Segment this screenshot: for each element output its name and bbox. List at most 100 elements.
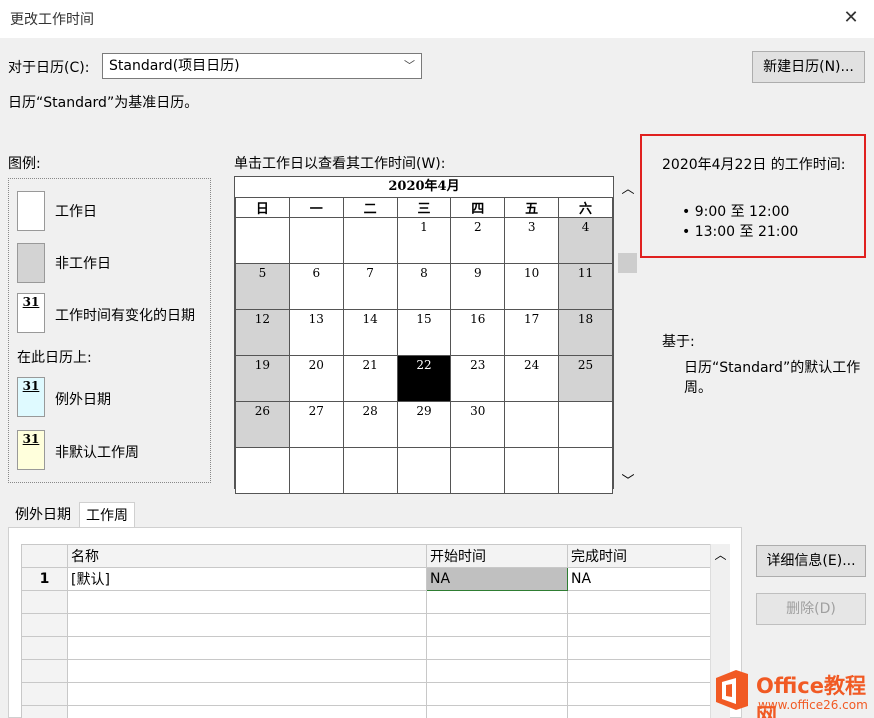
table-cell[interactable] bbox=[567, 682, 711, 706]
calendar-day[interactable]: 30 bbox=[450, 401, 506, 448]
calendar-day[interactable]: 23 bbox=[450, 355, 506, 402]
table-row[interactable] bbox=[21, 705, 711, 718]
calendar-day[interactable]: 19 bbox=[235, 355, 290, 402]
office26-watermark: Office教程网 www.office26.com bbox=[706, 662, 874, 718]
calendar-empty-cell bbox=[504, 447, 560, 494]
legend-heading: 图例: bbox=[8, 156, 41, 172]
calendar-day[interactable]: 20 bbox=[288, 355, 344, 402]
table-cell[interactable] bbox=[567, 636, 711, 660]
table-cell[interactable] bbox=[567, 705, 711, 718]
column-header-name[interactable]: 名称 bbox=[67, 544, 427, 568]
calendar-day[interactable]: 13 bbox=[288, 309, 344, 356]
column-header-start[interactable]: 开始时间 bbox=[426, 544, 568, 568]
legend-working-day: 工作日 bbox=[55, 204, 97, 220]
calendar-day[interactable]: 7 bbox=[342, 263, 398, 310]
calendar-day[interactable]: 24 bbox=[504, 355, 560, 402]
cell-name[interactable]: [默认] bbox=[67, 567, 427, 591]
table-cell[interactable] bbox=[67, 590, 427, 614]
row-number[interactable] bbox=[21, 613, 68, 637]
calendar-day[interactable]: 12 bbox=[235, 309, 290, 356]
calendar-day[interactable]: 22 bbox=[396, 355, 452, 402]
calendar-day[interactable]: 15 bbox=[396, 309, 452, 356]
scroll-up-icon[interactable]: ︿ bbox=[618, 178, 638, 198]
table-cell[interactable] bbox=[426, 590, 568, 614]
table-cell[interactable] bbox=[67, 636, 427, 660]
row-number[interactable] bbox=[21, 705, 68, 718]
calendar-day[interactable]: 8 bbox=[396, 263, 452, 310]
cell-start[interactable]: NA bbox=[426, 567, 568, 591]
based-on-heading: 基于: bbox=[662, 334, 695, 350]
table-cell[interactable] bbox=[567, 613, 711, 637]
calendar-day[interactable]: 1 bbox=[396, 217, 452, 264]
table-cell[interactable] bbox=[567, 590, 711, 614]
table-cell[interactable] bbox=[67, 659, 427, 683]
nonworking-day-swatch bbox=[17, 243, 45, 283]
office-logo-icon bbox=[716, 670, 748, 710]
table-row[interactable]: 1 [默认] NA NA bbox=[21, 567, 711, 591]
tab-work-weeks[interactable]: 工作周 bbox=[79, 502, 135, 529]
calendar-day[interactable]: 26 bbox=[235, 401, 290, 448]
month-calendar: 2020年4月 日一二三四五六 1 2 3 4 5 6 7 8 9 10 11 12 13 14 15 16 1… bbox=[234, 176, 614, 494]
calendar-day[interactable]: 21 bbox=[342, 355, 398, 402]
calendar-select[interactable]: Standard(项目日历) ﹀ bbox=[102, 53, 422, 79]
calendar-day[interactable]: 3 bbox=[504, 217, 560, 264]
calendar-day[interactable]: 29 bbox=[396, 401, 452, 448]
calendar-day[interactable]: 28 bbox=[342, 401, 398, 448]
calendar-day[interactable]: 9 bbox=[450, 263, 506, 310]
calendar-day[interactable]: 27 bbox=[288, 401, 344, 448]
cell-finish[interactable]: NA bbox=[567, 567, 711, 591]
calendar-day[interactable]: 2 bbox=[450, 217, 506, 264]
calendar-day[interactable]: 4 bbox=[558, 217, 613, 264]
row-number[interactable] bbox=[21, 590, 68, 614]
row-number[interactable]: 1 bbox=[21, 567, 68, 591]
legend-panel: 工作日 非工作日 31 工作时间有变化的日期 在此日历上: 31 例外日期 31… bbox=[8, 178, 211, 483]
table-cell[interactable] bbox=[426, 659, 568, 683]
weekday-header: 五 bbox=[504, 197, 560, 218]
table-cell[interactable] bbox=[426, 636, 568, 660]
base-calendar-note: 日历“Standard”为基准日历。 bbox=[8, 95, 199, 111]
weekday-header: 二 bbox=[342, 197, 398, 218]
weekday-header: 日 bbox=[235, 197, 290, 218]
legend-nondefault-week: 非默认工作周 bbox=[55, 445, 139, 461]
close-icon[interactable]: ✕ bbox=[836, 4, 866, 32]
calendar-day[interactable]: 16 bbox=[450, 309, 506, 356]
delete-button[interactable]: 删除(D) bbox=[756, 593, 866, 625]
calendar-day[interactable]: 18 bbox=[558, 309, 613, 356]
table-row[interactable] bbox=[21, 636, 711, 660]
calendar-day[interactable]: 17 bbox=[504, 309, 560, 356]
table-cell[interactable] bbox=[426, 682, 568, 706]
calendar-select-label: 对于日历(C): bbox=[8, 60, 90, 76]
table-row[interactable] bbox=[21, 682, 711, 706]
table-cell[interactable] bbox=[67, 705, 427, 718]
table-cell[interactable] bbox=[67, 682, 427, 706]
calendar-day[interactable]: 25 bbox=[558, 355, 613, 402]
column-header-finish[interactable]: 完成时间 bbox=[567, 544, 711, 568]
calendar-empty-cell bbox=[504, 401, 560, 448]
row-number[interactable] bbox=[21, 636, 68, 660]
table-row[interactable] bbox=[21, 613, 711, 637]
calendar-day[interactable]: 14 bbox=[342, 309, 398, 356]
calendar-day[interactable]: 6 bbox=[288, 263, 344, 310]
changed-day-swatch: 31 bbox=[17, 293, 45, 333]
calendar-day[interactable]: 10 bbox=[504, 263, 560, 310]
calendar-empty-cell bbox=[235, 217, 290, 264]
scroll-up-icon[interactable]: ︿ bbox=[711, 544, 730, 563]
details-button[interactable]: 详细信息(E)... bbox=[756, 545, 866, 577]
calendar-day[interactable]: 11 bbox=[558, 263, 613, 310]
swatch-number: 31 bbox=[22, 295, 40, 309]
table-cell[interactable] bbox=[426, 613, 568, 637]
exception-day-swatch: 31 bbox=[17, 377, 45, 417]
table-row[interactable] bbox=[21, 590, 711, 614]
table-cell[interactable] bbox=[426, 705, 568, 718]
scroll-down-icon[interactable]: ﹀ bbox=[618, 470, 638, 490]
table-cell[interactable] bbox=[567, 659, 711, 683]
row-number[interactable] bbox=[21, 682, 68, 706]
new-calendar-button[interactable]: 新建日历(N)... bbox=[752, 51, 865, 83]
calendar-day[interactable]: 5 bbox=[235, 263, 290, 310]
calendar-scroll-thumb[interactable] bbox=[618, 253, 637, 273]
row-number[interactable] bbox=[21, 659, 68, 683]
table-cell[interactable] bbox=[67, 613, 427, 637]
table-row[interactable] bbox=[21, 659, 711, 683]
nondefault-week-swatch: 31 bbox=[17, 430, 45, 470]
tab-exceptions[interactable]: 例外日期 bbox=[9, 502, 77, 528]
